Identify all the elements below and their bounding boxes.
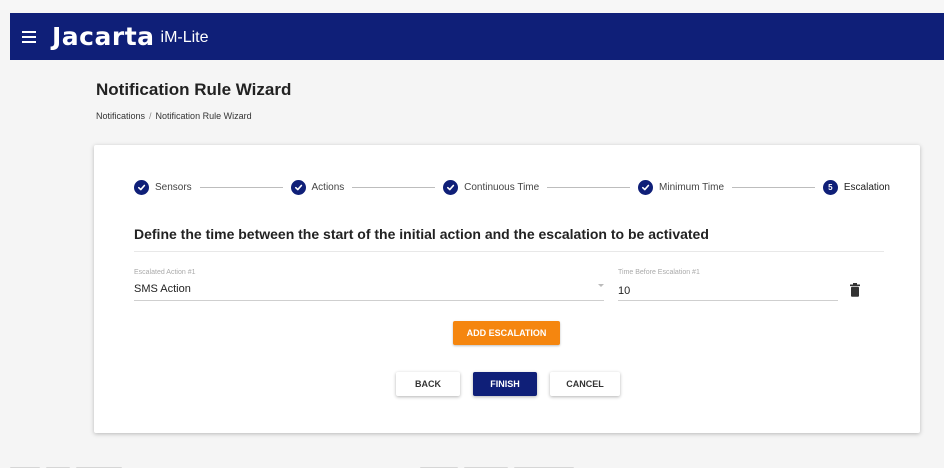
breadcrumb: Notifications / Notification Rule Wizard — [96, 111, 252, 121]
cancel-button[interactable]: CANCEL — [550, 372, 620, 396]
check-circle-icon — [638, 179, 654, 195]
brand-logo: Jacarta — [52, 22, 155, 51]
step-connector — [732, 186, 815, 188]
finish-button[interactable]: FINISH — [473, 372, 537, 396]
footer-left-faint — [10, 458, 160, 468]
step-label: Sensors — [155, 181, 192, 193]
back-button[interactable]: BACK — [396, 372, 460, 396]
browser-top-strip — [0, 0, 944, 10]
section-heading: Define the time between the start of the… — [134, 226, 709, 242]
check-circle-icon — [134, 179, 149, 195]
check-circle-icon — [290, 179, 306, 195]
escalated-action-select[interactable]: Escalated Action #1 SMS Action — [134, 269, 604, 301]
step-connector — [199, 186, 283, 188]
escalated-action-value: SMS Action — [134, 283, 191, 295]
time-before-escalation-input[interactable]: Time Before Escalation #1 10 — [618, 269, 838, 301]
step-minimum-time[interactable]: Minimum Time — [638, 179, 725, 195]
step-label: Continuous Time — [464, 181, 540, 193]
step-label: Minimum Time — [659, 181, 725, 193]
time-before-escalation-label: Time Before Escalation #1 — [618, 269, 700, 276]
trash-icon[interactable] — [849, 283, 861, 297]
step-continuous-time[interactable]: Continuous Time — [443, 179, 540, 195]
field-underline — [134, 300, 604, 301]
step-number: 5 — [828, 182, 833, 192]
breadcrumb-current: Notification Rule Wizard — [155, 111, 252, 121]
divider — [134, 251, 884, 252]
step-connector — [352, 186, 436, 188]
dropdown-arrow-icon — [598, 284, 604, 287]
product-name: iM-Lite — [160, 29, 209, 46]
check-circle-icon — [443, 179, 459, 195]
breadcrumb-separator: / — [149, 111, 152, 121]
escalated-action-label: Escalated Action #1 — [134, 269, 196, 276]
wizard-card: Sensors Actions Continuous Time Minimum … — [94, 145, 920, 433]
field-underline — [618, 300, 838, 301]
step-number-badge: 5 — [822, 179, 838, 195]
time-before-escalation-value: 10 — [618, 285, 631, 297]
page-title: Notification Rule Wizard — [96, 80, 292, 99]
add-escalation-button[interactable]: ADD ESCALATION — [453, 321, 560, 345]
wizard-stepper: Sensors Actions Continuous Time Minimum … — [134, 178, 890, 196]
hamburger-menu-icon[interactable] — [22, 30, 36, 43]
step-escalation[interactable]: 5 Escalation — [822, 179, 890, 195]
footer-center-faint — [420, 458, 620, 468]
step-label: Actions — [311, 181, 345, 193]
step-label: Escalation — [843, 181, 890, 193]
step-actions[interactable]: Actions — [290, 179, 345, 195]
app-bar: Jacarta iM-Lite — [10, 13, 944, 60]
breadcrumb-notifications[interactable]: Notifications — [96, 111, 145, 121]
step-sensors[interactable]: Sensors — [134, 179, 192, 195]
step-connector — [547, 186, 631, 188]
